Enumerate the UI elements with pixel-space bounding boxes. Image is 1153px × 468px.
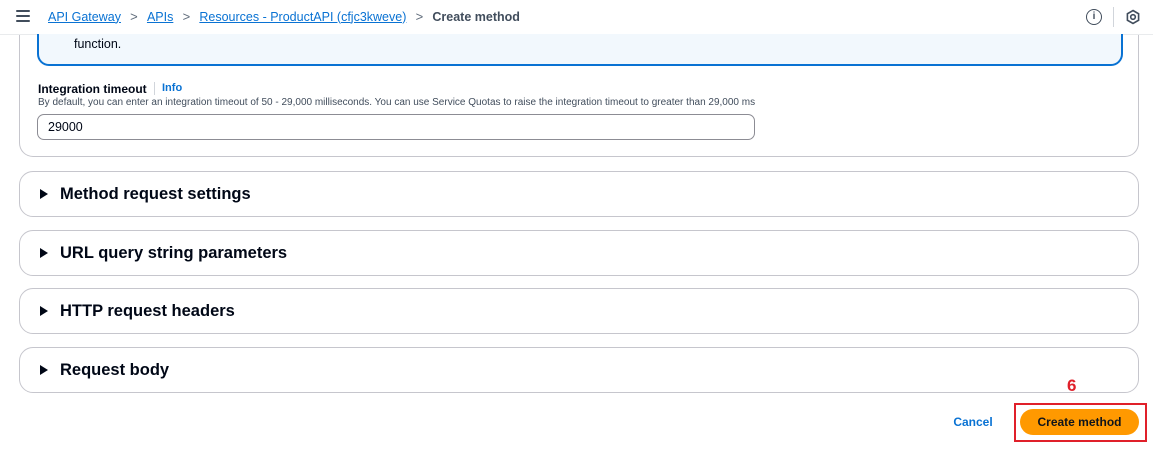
integration-settings-panel: function. Integration timeout Info By de… <box>19 34 1139 157</box>
integration-timeout-description: By default, you can enter an integration… <box>38 97 756 108</box>
breadcrumb-resources[interactable]: Resources - ProductAPI (cfjc3kweve) <box>199 10 406 24</box>
top-navigation-bar: API Gateway > APIs > Resources - Product… <box>0 0 1153 35</box>
create-method-button[interactable]: Create method <box>1020 409 1139 435</box>
breadcrumb-api-gateway[interactable]: API Gateway <box>48 10 121 24</box>
settings-icon[interactable] <box>1125 9 1141 25</box>
section-title: HTTP request headers <box>60 302 235 320</box>
menu-icon[interactable] <box>16 10 30 24</box>
section-title: Request body <box>60 361 170 379</box>
caret-right-icon <box>40 306 48 316</box>
integration-timeout-label: Integration timeout <box>38 82 147 96</box>
section-request-body[interactable]: Request body <box>19 347 1139 393</box>
chevron-right-icon: > <box>130 9 138 24</box>
annotation-step-number: 6 <box>1067 376 1077 395</box>
section-url-query-string-parameters[interactable]: URL query string parameters <box>19 230 1139 276</box>
section-http-request-headers[interactable]: HTTP request headers <box>19 288 1139 334</box>
breadcrumb: API Gateway > APIs > Resources - Product… <box>48 9 520 24</box>
info-alert: function. <box>37 34 1123 66</box>
cancel-button[interactable]: Cancel <box>944 410 1002 434</box>
toolbar-divider <box>1113 7 1114 27</box>
section-title: Method request settings <box>60 185 251 203</box>
chevron-right-icon: > <box>415 9 424 24</box>
caret-right-icon <box>40 365 48 375</box>
integration-timeout-input[interactable] <box>37 114 755 140</box>
caret-right-icon <box>40 189 48 199</box>
section-title: URL query string parameters <box>60 244 288 262</box>
integration-timeout-info-link[interactable]: Info <box>154 82 182 95</box>
chevron-right-icon: > <box>182 9 191 24</box>
info-icon[interactable]: i <box>1086 9 1102 25</box>
breadcrumb-apis[interactable]: APIs <box>147 10 173 24</box>
info-alert-text: function. <box>74 37 122 51</box>
breadcrumb-current-page: Create method <box>432 9 520 24</box>
caret-right-icon <box>40 248 48 258</box>
section-method-request-settings[interactable]: Method request settings <box>19 171 1139 217</box>
